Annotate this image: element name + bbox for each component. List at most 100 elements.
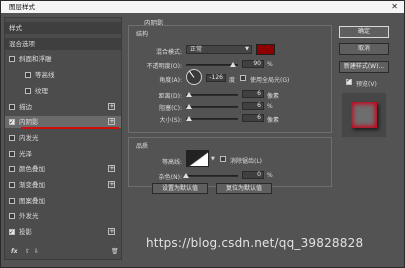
style-list-item-label: 内阴影	[19, 118, 39, 127]
anti-alias-label: 消除锯齿(L)	[230, 158, 263, 165]
style-list-item-label: 混合选项	[9, 39, 35, 48]
size-input[interactable]: 6	[242, 114, 264, 122]
style-list-item[interactable]: 混合选项	[5, 37, 121, 50]
style-list-item[interactable]: 斜面和浮雕	[5, 53, 121, 65]
distance-input[interactable]: 6	[242, 90, 264, 98]
add-effect-icon[interactable]: +	[108, 102, 115, 110]
trash-icon[interactable]: 🗑	[111, 248, 119, 255]
style-list-item-checkbox[interactable]	[9, 150, 15, 157]
style-list-item-label: 颜色叠加	[19, 165, 45, 174]
style-list-item-checkbox[interactable]	[9, 213, 15, 220]
noise-unit: %	[267, 172, 273, 179]
global-light-label: 使用全局光(G)	[250, 77, 290, 84]
opacity-slider[interactable]	[186, 62, 238, 67]
style-list-item-checkbox[interactable]	[9, 56, 15, 63]
cancel-button[interactable]: 取消	[339, 43, 389, 55]
style-list-item[interactable]: 渐变叠加 +	[5, 179, 121, 191]
move-up-icon[interactable]: ⇧	[25, 248, 30, 255]
size-slider[interactable]	[185, 116, 238, 121]
blend-mode-select[interactable]: 正常 ▼	[186, 45, 252, 54]
global-light-checkbox[interactable]	[240, 75, 246, 81]
add-effect-icon[interactable]: +	[108, 165, 115, 173]
noise-slider-knob[interactable]	[183, 173, 189, 178]
style-list-item[interactable]: 纹理	[5, 85, 121, 97]
watermark-text: https://blog.csdn.net/qq_39828828	[146, 236, 364, 250]
style-list-item-checkbox[interactable]	[9, 227, 15, 239]
size-unit: 像素	[267, 117, 280, 124]
shadow-color-swatch[interactable]	[256, 44, 275, 55]
style-list-item-label: 渐变叠加	[19, 181, 45, 189]
style-list-item[interactable]: 描边 +	[5, 101, 121, 113]
fx-icon[interactable]: fx	[11, 248, 17, 255]
chevron-down-icon: ▼	[245, 46, 249, 52]
style-list-item-label: 内发光	[19, 133, 39, 142]
contour-chevron-down-icon[interactable]: ▼	[211, 156, 215, 162]
style-list-item-checkbox[interactable]	[9, 117, 15, 129]
choke-label: 阻塞(C):	[159, 105, 182, 112]
style-list-item[interactable]: 内阴影 +	[5, 116, 121, 130]
style-preview	[342, 93, 386, 137]
quality-title: 品质	[136, 143, 149, 150]
contour-picker[interactable]	[186, 150, 209, 167]
close-icon[interactable]: ✕	[391, 1, 398, 13]
opacity-unit: %	[267, 61, 273, 68]
make-default-button[interactable]: 设置为默认值	[152, 183, 208, 194]
choke-unit: %	[267, 103, 273, 110]
noise-slider[interactable]	[183, 173, 238, 178]
structure-title: 结构	[136, 31, 149, 38]
style-list-item-label: 外发光	[19, 212, 39, 221]
style-list-item-label: 图案叠加	[19, 196, 45, 205]
inner-shadow-settings: 内阴影 结构 混合模式: 正常 ▼ 不透明度(O): 90 % 角度(A): -…	[126, 17, 334, 197]
style-list-item-checkbox[interactable]	[25, 72, 31, 79]
style-list-item-checkbox[interactable]	[9, 182, 15, 188]
distance-slider[interactable]	[185, 92, 238, 97]
style-list-item-checkbox[interactable]	[9, 134, 15, 141]
anti-alias-checkbox[interactable]	[220, 156, 226, 162]
angle-input[interactable]: -126	[206, 74, 226, 82]
ok-button[interactable]: 确定	[339, 26, 389, 38]
title-bar: 图层样式 ✕	[1, 1, 404, 13]
style-list-item-checkbox[interactable]	[9, 197, 15, 204]
move-down-icon[interactable]: ⇩	[34, 248, 39, 255]
distance-slider-knob[interactable]	[185, 92, 192, 97]
opacity-input[interactable]: 90	[242, 60, 264, 68]
style-list-item-checkbox[interactable]	[9, 166, 15, 173]
window-title: 图层样式	[9, 3, 35, 11]
style-list-item[interactable]: 颜色叠加 +	[5, 163, 121, 175]
choke-slider-knob[interactable]	[186, 104, 193, 109]
choke-slider[interactable]	[186, 104, 238, 109]
preview-thumbnail	[351, 102, 377, 128]
preview-checkbox[interactable]: ✓	[346, 77, 352, 85]
style-list-item[interactable]: 投影 +	[5, 226, 121, 239]
layer-style-dialog: 图层样式 ✕ 样式混合选项斜面和浮雕等高线纹理描边 + 内阴影 + 内发光光泽颜色叠加 +…	[0, 0, 405, 268]
style-list-item[interactable]: 等高线	[5, 69, 121, 81]
angle-dial[interactable]	[186, 69, 202, 85]
angle-unit: 度	[229, 77, 236, 84]
noise-input[interactable]: 0	[242, 171, 264, 179]
size-slider-knob[interactable]	[185, 116, 192, 121]
add-effect-icon[interactable]: +	[108, 181, 115, 188]
style-list-item[interactable]: 光泽	[5, 148, 121, 160]
distance-label: 距离(D):	[158, 93, 182, 100]
style-list-item[interactable]: 图案叠加	[5, 195, 121, 207]
add-effect-icon[interactable]: +	[108, 118, 115, 126]
reset-default-button[interactable]: 复位为默认值	[216, 183, 272, 194]
new-style-button[interactable]: 新建样式(W)...	[339, 61, 389, 73]
style-list-item[interactable]: 样式	[5, 22, 121, 34]
style-list-item[interactable]: 内发光	[5, 132, 121, 144]
angle-dial-needle	[188, 70, 195, 78]
style-list-footer: fx ⇧ ⇩ 🗑	[7, 247, 121, 257]
add-effect-icon[interactable]: +	[108, 228, 115, 236]
choke-input[interactable]: 6	[242, 102, 264, 110]
opacity-label: 不透明度(O):	[146, 63, 182, 70]
distance-unit: 像素	[267, 93, 280, 100]
style-list-item-label: 光泽	[19, 149, 32, 158]
checkmark-icon: ✓	[346, 77, 352, 84]
style-list-item-label: 等高线	[35, 71, 55, 80]
style-list-item-checkbox[interactable]	[9, 103, 15, 110]
contour-label: 等高线:	[161, 159, 182, 166]
style-list-item-label: 样式	[9, 24, 22, 32]
style-list-item-checkbox[interactable]	[25, 87, 31, 94]
style-list-item[interactable]: 外发光	[5, 210, 121, 222]
opacity-slider-knob[interactable]	[229, 62, 236, 67]
